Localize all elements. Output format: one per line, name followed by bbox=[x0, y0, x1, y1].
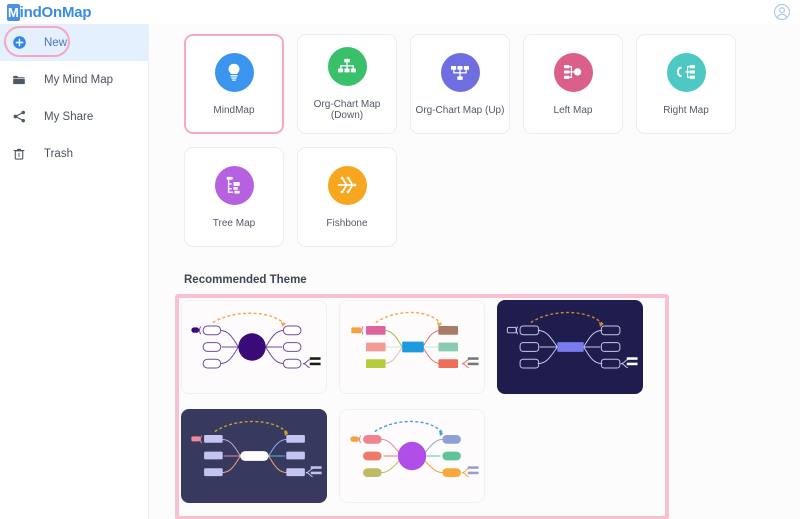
folder-icon bbox=[11, 72, 27, 88]
theme-card-colorful-light[interactable] bbox=[339, 300, 485, 394]
template-card-org-chart-map-up[interactable]: Org-Chart Map (Up) bbox=[410, 34, 510, 134]
template-card-right-map[interactable]: Right Map bbox=[636, 34, 736, 134]
sidebar-item-new[interactable]: New bbox=[0, 24, 148, 61]
template-label: Org-Chart Map (Down) bbox=[313, 99, 381, 121]
template-card-tree-map[interactable]: Tree Map bbox=[184, 147, 284, 247]
org-chart-up-icon bbox=[440, 52, 480, 92]
template-label: MindMap bbox=[213, 104, 255, 116]
app-logo: MindOnMap bbox=[7, 3, 92, 21]
template-card-left-map[interactable]: Left Map bbox=[523, 34, 623, 134]
tree-map-icon bbox=[214, 165, 254, 205]
org-chart-down-icon bbox=[327, 47, 367, 86]
template-card-org-chart-map-down[interactable]: Org-Chart Map (Down) bbox=[297, 34, 397, 134]
sidebar-item-label: My Mind Map bbox=[44, 73, 114, 86]
sidebar: New My Mind Map My Share Trash bbox=[0, 24, 149, 519]
right-map-icon bbox=[666, 52, 706, 92]
fishbone-icon bbox=[327, 165, 367, 205]
template-card-mindmap[interactable]: MindMap bbox=[184, 34, 284, 134]
share-icon bbox=[11, 109, 27, 125]
template-label: Fishbone bbox=[326, 217, 368, 229]
plus-circle-icon bbox=[11, 35, 27, 51]
theme-card-pastel-light[interactable] bbox=[339, 409, 485, 503]
trash-icon bbox=[11, 146, 27, 162]
app-header: MindOnMap bbox=[0, 0, 800, 24]
template-label: Left Map bbox=[553, 104, 593, 116]
sidebar-item-trash[interactable]: Trash bbox=[0, 135, 148, 172]
template-card-fishbone[interactable]: Fishbone bbox=[297, 147, 397, 247]
theme-grid bbox=[181, 300, 661, 503]
template-label: Tree Map bbox=[212, 217, 256, 229]
mindmap-icon bbox=[214, 52, 254, 92]
recommended-theme-title: Recommended Theme bbox=[184, 274, 307, 286]
theme-card-slate-dark[interactable] bbox=[181, 409, 327, 503]
sidebar-item-my-share[interactable]: My Share bbox=[0, 98, 148, 135]
theme-card-navy-dark[interactable] bbox=[497, 300, 643, 394]
sidebar-item-label: New bbox=[44, 36, 68, 49]
left-map-icon bbox=[553, 52, 593, 92]
main-content: MindMap Org-Chart Map (Down) Org-Chart M… bbox=[149, 24, 800, 519]
logo-text: indOnMap bbox=[19, 3, 92, 21]
theme-card-purple-light[interactable] bbox=[181, 300, 327, 394]
template-label: Org-Chart Map (Up) bbox=[415, 104, 505, 116]
sidebar-item-label: My Share bbox=[44, 110, 94, 123]
logo-badge: M bbox=[7, 3, 20, 21]
sidebar-item-my-mind-map[interactable]: My Mind Map bbox=[0, 61, 148, 98]
template-grid: MindMap Org-Chart Map (Down) Org-Chart M… bbox=[184, 34, 774, 247]
user-circle-icon[interactable] bbox=[773, 3, 791, 21]
template-label: Right Map bbox=[663, 104, 709, 116]
sidebar-item-label: Trash bbox=[44, 147, 73, 160]
